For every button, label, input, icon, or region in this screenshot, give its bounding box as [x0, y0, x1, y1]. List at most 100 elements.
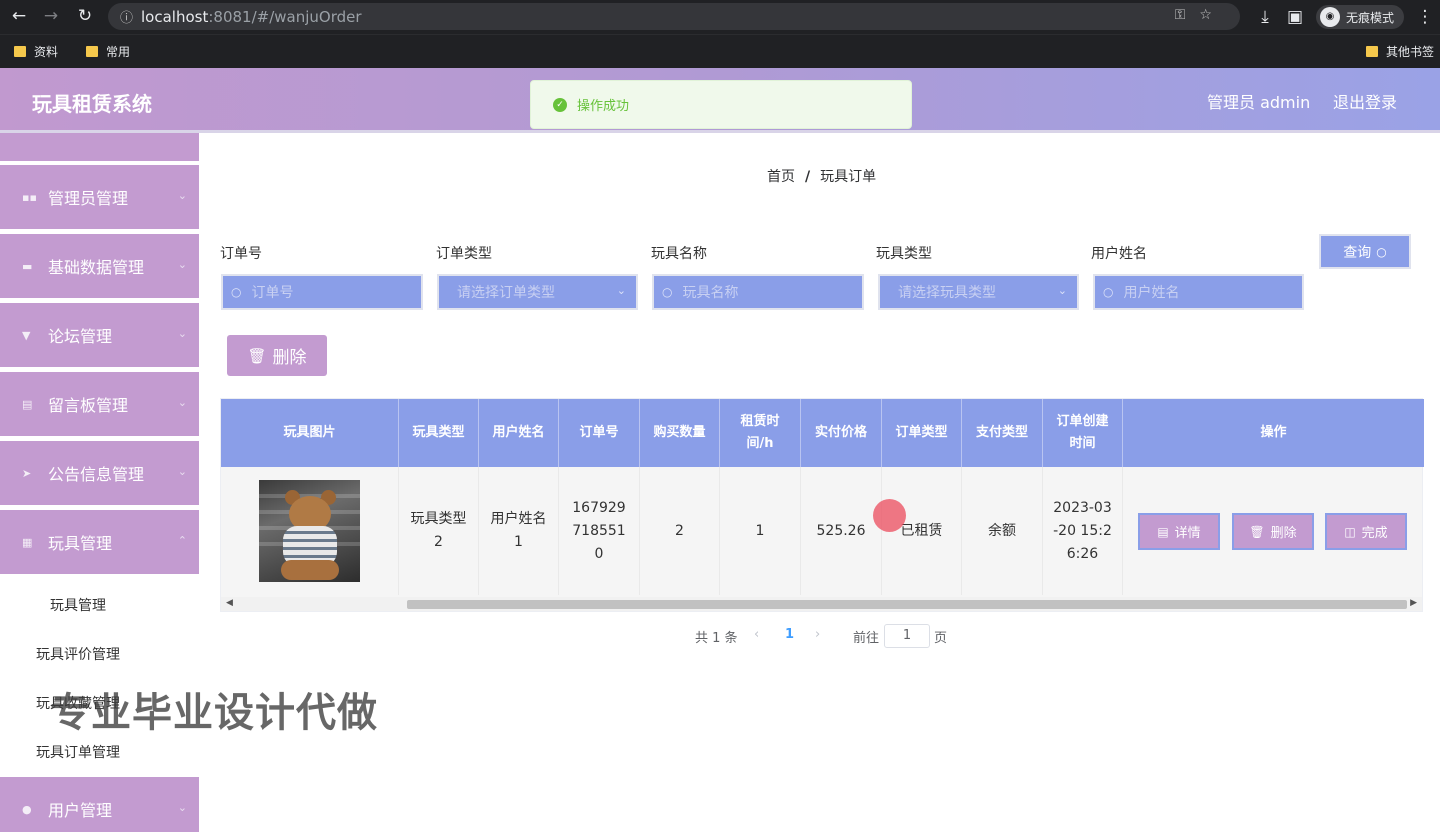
sidebar-item-label: 用户管理 [48, 801, 113, 820]
toy-image-cell [221, 467, 399, 595]
pin-icon: ▼ [22, 328, 31, 342]
row-delete-label: 删除 [1270, 526, 1297, 541]
order-type-select[interactable]: 请选择订单类型 ⌄ [437, 274, 638, 310]
horizontal-scrollbar[interactable]: ◀ ▶ [221, 597, 1422, 611]
breadcrumb-current: 玩具订单 [820, 169, 877, 185]
breadcrumb-home[interactable]: 首页 [767, 169, 795, 185]
cell-quantity: 2 [640, 467, 720, 595]
send-icon: ➤ [22, 466, 32, 480]
col-header-created: 订单创建时间 [1043, 399, 1123, 467]
address-bar[interactable]: ⓘ localhost :8081/#/wanjuOrder ⚿☆ [108, 3, 1240, 30]
forward-icon[interactable]: → [36, 6, 66, 26]
complete-label: 完成 [1361, 526, 1388, 541]
sidebar-item-label: 论坛管理 [48, 327, 113, 346]
page-unit-label: 页 [934, 631, 948, 646]
cell-created: 2023-03-20 15:26:26 [1043, 467, 1123, 595]
chevron-down-icon: ⌄ [177, 327, 187, 340]
admin-label: 管理员 admin [1207, 93, 1311, 112]
prev-page-icon[interactable]: ‹ [754, 627, 759, 642]
sidebar-item-label: 玩具管理 [48, 534, 113, 553]
row-delete-button[interactable]: 🗑 删除 [1232, 513, 1314, 550]
folder-icon [1365, 46, 1378, 57]
bookmark-folder-changyong[interactable]: 常用 [86, 43, 130, 60]
subitem-label: 玩具订单管理 [36, 745, 120, 761]
search-icon: ○ [1103, 285, 1114, 299]
order-no-input[interactable]: ○ 订单号 [221, 274, 423, 310]
chat-icon: ▬ [22, 259, 33, 273]
scroll-right-icon[interactable]: ▶ [1410, 598, 1417, 608]
back-icon[interactable]: ← [4, 6, 34, 26]
complete-button[interactable]: ◫ 完成 [1325, 513, 1407, 550]
book-icon: ◫ [1344, 524, 1356, 539]
other-bookmarks[interactable]: 其他书签 [1365, 43, 1434, 60]
toy-type-placeholder: 请选择玩具类型 [898, 285, 996, 301]
chevron-down-icon: ⌄ [616, 284, 626, 297]
goto-label: 前往 [853, 631, 880, 646]
key-star-icons[interactable]: ⚿☆ [1175, 7, 1226, 23]
sidebar-item-admin[interactable]: ▪▪ 管理员管理 ⌄ [0, 165, 199, 229]
click-indicator [873, 499, 906, 532]
sidebar-item-message-board[interactable]: ▤ 留言板管理 ⌄ [0, 372, 199, 436]
filter-label-user-name: 用户姓名 [1091, 246, 1147, 262]
chevron-down-icon: ⌄ [1057, 284, 1067, 297]
toy-name-input[interactable]: ○ 玩具名称 [652, 274, 864, 310]
sidebar-subitem-toy-review[interactable]: 玩具评价管理 [0, 630, 199, 678]
side-panel-icon[interactable]: ▣ [1280, 7, 1310, 27]
sidebar-item-notice[interactable]: ➤ 公告信息管理 ⌄ [0, 441, 199, 505]
sidebar-item-toys[interactable]: ▦ 玩具管理 ⌃ [0, 510, 199, 574]
sidebar-item-forum[interactable]: ▼ 论坛管理 ⌄ [0, 303, 199, 367]
pagination-total: 共 1 条 [695, 631, 738, 646]
detail-label: 详情 [1174, 526, 1201, 541]
toy-type-select[interactable]: 请选择玩具类型 ⌄ [878, 274, 1079, 310]
cell-toy-type: 玩具类型2 [399, 467, 479, 595]
user-name-input[interactable]: ○ 用户姓名 [1093, 274, 1304, 310]
menu-kebab-icon[interactable]: ⋮ [1410, 7, 1440, 27]
next-page-icon[interactable]: › [815, 627, 820, 642]
logout-link[interactable]: 退出登录 [1333, 89, 1397, 113]
toy-bear-image[interactable] [259, 480, 360, 582]
page-number-current[interactable]: 1 [785, 627, 794, 642]
incognito-icon: ◉ [1319, 7, 1340, 27]
cell-price: 525.26 [801, 467, 882, 595]
col-header-rent-hours: 租赁时间/h [720, 399, 801, 467]
col-header-actions: 操作 [1123, 399, 1424, 467]
sidebar-item-label: 管理员管理 [48, 189, 129, 208]
success-check-icon: ✓ [553, 97, 567, 112]
user-icon: ● [22, 802, 32, 816]
site-info-icon[interactable]: ⓘ [120, 7, 133, 26]
batch-delete-button[interactable]: 🗑 删除 [227, 335, 327, 376]
bookmarks-bar: 资料 常用 其他书签 [0, 34, 1440, 68]
detail-button[interactable]: ▤ 详情 [1138, 513, 1220, 550]
sidebar-item-users[interactable]: ● 用户管理 ⌄ [0, 777, 199, 832]
success-toast: ✓ 操作成功 [530, 80, 912, 129]
order-table: 玩具图片 玩具类型 用户姓名 订单号 购买数量 租赁时间/h 实付价格 订单类型… [220, 398, 1424, 612]
folder-icon [86, 46, 99, 57]
order-type-placeholder: 请选择订单类型 [457, 285, 555, 301]
reload-icon[interactable]: ↻ [70, 6, 100, 26]
bookmark-folder-ziliao[interactable]: 资料 [14, 43, 58, 60]
browser-toolbar: ← → ↻ ⓘ localhost :8081/#/wanjuOrder ⚿☆ … [0, 0, 1440, 34]
sidebar-subitem-toy-manage[interactable]: 玩具管理 [0, 581, 199, 629]
trash-icon: 🗑 [247, 346, 267, 365]
incognito-badge[interactable]: ◉ 无痕模式 [1315, 5, 1404, 29]
breadcrumb: 首页 / 玩具订单 [767, 166, 876, 186]
filter-label-order-no: 订单号 [220, 246, 262, 262]
grid-icon: ▪▪ [22, 190, 37, 204]
col-header-pay-type: 支付类型 [962, 399, 1043, 467]
order-no-placeholder: 订单号 [251, 285, 294, 301]
sidebar-item-label: 公告信息管理 [48, 465, 145, 484]
scrollbar-thumb[interactable] [407, 600, 1407, 609]
query-label: 查询 [1343, 244, 1372, 261]
toy-name-placeholder: 玩具名称 [682, 285, 739, 301]
sidebar-item-basic-data[interactable]: ▬ 基础数据管理 ⌄ [0, 234, 199, 298]
toast-message: 操作成功 [577, 99, 630, 114]
watermark-text: 专业毕业设计代做 [50, 690, 378, 736]
query-button[interactable]: 查询 ○ [1319, 234, 1411, 269]
scroll-left-icon[interactable]: ◀ [226, 598, 233, 608]
page-jump-input[interactable]: 1 [884, 624, 930, 648]
download-icon[interactable]: ⤓ [1250, 7, 1280, 27]
breadcrumb-separator: / [805, 169, 811, 185]
sidebar-item-partial[interactable] [0, 133, 199, 161]
incognito-label: 无痕模式 [1345, 10, 1394, 25]
document-icon: ▤ [1157, 524, 1169, 539]
